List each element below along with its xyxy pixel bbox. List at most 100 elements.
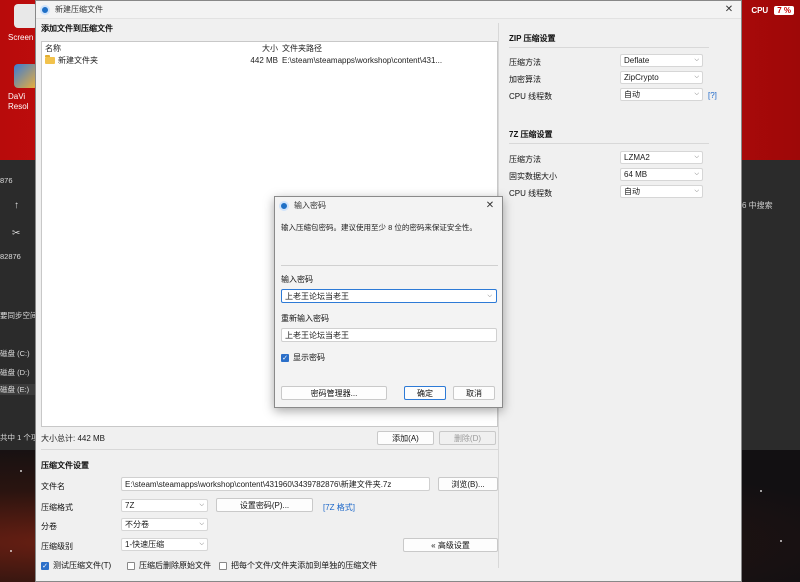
section-divider bbox=[41, 449, 498, 450]
zip-threads-select[interactable]: 自动 ⌵ bbox=[620, 88, 703, 101]
confirm-password-label: 重新输入密码 bbox=[281, 314, 329, 323]
cpu-value: 7 % bbox=[774, 6, 794, 15]
chevron-down-icon: ⌵ bbox=[694, 154, 699, 160]
left-panel: 添加文件到压缩文件 名称 大小 文件夹路径 新建文件夹 442 MB E:\st… bbox=[41, 23, 503, 570]
chevron-down-icon: ⌵ bbox=[694, 91, 699, 97]
delete-after-checkbox[interactable]: 压缩后删除原始文件 bbox=[127, 560, 211, 571]
password-dialog: 输入密码 ✕ 输入压缩包密码。建议使用至少 8 位的密码来保证安全性。 输入密码… bbox=[274, 196, 503, 408]
folder-icon bbox=[45, 54, 55, 64]
zip-encryption-value: ZipCrypto bbox=[624, 73, 659, 82]
zip-encryption-label: 加密算法 bbox=[509, 75, 541, 84]
file-path: E:\steam\steamapps\workshop\content\431.… bbox=[282, 55, 443, 65]
zip-method-label: 压缩方法 bbox=[509, 58, 541, 67]
checkbox-unchecked-icon bbox=[219, 561, 227, 570]
checkbox-unchecked-icon bbox=[127, 561, 135, 570]
table-row[interactable]: 新建文件夹 442 MB E:\steam\steamapps\workshop… bbox=[42, 54, 497, 66]
column-name[interactable]: 名称 bbox=[42, 43, 232, 54]
7z-threads-label: CPU 线程数 bbox=[509, 189, 553, 198]
level-select[interactable]: 1-快速压缩 ⌵ bbox=[121, 538, 208, 551]
checkbox-checked-icon: ✓ bbox=[41, 561, 49, 570]
drive-c-item[interactable]: 磁盘 (C:) bbox=[0, 348, 36, 359]
explorer-fragment: 82876 bbox=[0, 252, 21, 261]
separate-archives-checkbox[interactable]: 把每个文件/文件夹添加到单独的压缩文件 bbox=[219, 560, 377, 571]
archive-settings-title: 压缩文件设置 bbox=[41, 461, 89, 470]
split-label: 分卷 bbox=[41, 522, 57, 531]
7z-solid-value: 64 MB bbox=[624, 170, 648, 179]
password-manager-button[interactable]: 密码管理器... bbox=[281, 386, 387, 400]
checkbox-checked-icon: ✓ bbox=[281, 353, 289, 362]
filename-label: 文件名 bbox=[41, 482, 65, 491]
chevron-down-icon: ⌵ bbox=[199, 541, 204, 547]
level-label: 压缩级别 bbox=[41, 542, 73, 551]
zip-threads-value: 自动 bbox=[624, 90, 640, 99]
delete-after-label: 压缩后删除原始文件 bbox=[139, 561, 211, 570]
zip-method-value: Deflate bbox=[624, 56, 650, 65]
zip-encryption-select[interactable]: ZipCrypto ⌵ bbox=[620, 71, 703, 84]
app-icon bbox=[40, 4, 50, 15]
split-select[interactable]: 不分卷 ⌵ bbox=[121, 518, 208, 531]
advanced-settings-button[interactable]: « 高级设置 bbox=[403, 538, 498, 552]
chevron-down-icon: ⌵ bbox=[694, 171, 699, 177]
password-label: 输入密码 bbox=[281, 275, 313, 284]
add-files-title: 添加文件到压缩文件 bbox=[41, 24, 113, 33]
test-archive-checkbox[interactable]: ✓ 测试压缩文件(T) bbox=[41, 560, 111, 571]
add-button[interactable]: 添加(A) bbox=[377, 431, 434, 445]
format-value: 7Z bbox=[125, 501, 135, 510]
format-link[interactable]: [7Z 格式] bbox=[323, 502, 355, 513]
search-fragment[interactable]: 6 中搜索 bbox=[742, 200, 800, 211]
split-value: 不分卷 bbox=[125, 520, 149, 529]
7z-threads-select[interactable]: 自动 ⌵ bbox=[620, 185, 703, 198]
cpu-monitor: CPU 7 % bbox=[751, 6, 794, 15]
ok-button[interactable]: 确定 bbox=[404, 386, 446, 400]
zip-threads-label: CPU 线程数 bbox=[509, 92, 553, 101]
zip-method-select[interactable]: Deflate ⌵ bbox=[620, 54, 703, 67]
chevron-down-icon: ⌵ bbox=[694, 57, 699, 63]
cancel-button[interactable]: 取消 bbox=[453, 386, 495, 400]
divider bbox=[509, 47, 709, 48]
drive-e-item[interactable]: 磁盘 (E:) bbox=[0, 384, 36, 395]
7z-settings-title: 7Z 压缩设置 bbox=[509, 130, 553, 139]
confirm-password-input[interactable]: 上老王论坛当老王 bbox=[281, 328, 497, 342]
close-icon[interactable]: ✕ bbox=[478, 200, 502, 211]
chevron-down-icon: ⌵ bbox=[694, 74, 699, 80]
explorer-fragment: 要同步空间 bbox=[0, 311, 36, 320]
dialog-title: 输入密码 bbox=[294, 201, 326, 210]
format-label: 压缩格式 bbox=[41, 503, 73, 512]
explorer-fragment: 876 bbox=[0, 176, 13, 185]
drive-d-item[interactable]: 磁盘 (D:) bbox=[0, 367, 36, 378]
password-value: 上老王论坛当老王 bbox=[285, 291, 349, 301]
delete-button[interactable]: 删除(D) bbox=[439, 431, 496, 445]
zip-settings-title: ZIP 压缩设置 bbox=[509, 34, 556, 43]
column-size[interactable]: 大小 bbox=[232, 43, 282, 54]
column-path[interactable]: 文件夹路径 bbox=[282, 43, 497, 54]
help-link[interactable]: [?] bbox=[708, 91, 717, 100]
show-password-label: 显示密码 bbox=[293, 353, 325, 362]
window-titlebar: 新建压缩文件 ✕ bbox=[36, 1, 741, 19]
explorer-status: 共中 1 个项 bbox=[0, 433, 36, 442]
7z-threads-value: 自动 bbox=[624, 187, 640, 196]
file-list-header: 名称 大小 文件夹路径 bbox=[42, 42, 497, 54]
7z-method-select[interactable]: LZMA2 ⌵ bbox=[620, 151, 703, 164]
close-icon[interactable]: ✕ bbox=[717, 4, 741, 15]
test-archive-label: 测试压缩文件(T) bbox=[53, 561, 112, 570]
7z-solid-select[interactable]: 64 MB ⌵ bbox=[620, 168, 703, 181]
dialog-titlebar: 输入密码 ✕ bbox=[275, 197, 502, 214]
chevron-down-icon[interactable]: ⌵ bbox=[487, 293, 492, 300]
file-size: 442 MB bbox=[250, 55, 278, 65]
browse-button[interactable]: 浏览(B)... bbox=[438, 477, 498, 491]
chevron-down-icon: ⌵ bbox=[199, 521, 204, 527]
dialog-description: 输入压缩包密码。建议使用至少 8 位的密码来保证安全性。 bbox=[281, 223, 477, 232]
set-password-button[interactable]: 设置密码(P)... bbox=[216, 498, 313, 512]
filename-input[interactable]: E:\steam\steamapps\workshop\content\4319… bbox=[121, 477, 430, 491]
password-input[interactable]: 上老王论坛当老王 ⌵ bbox=[281, 289, 497, 303]
chevron-down-icon: ⌵ bbox=[199, 502, 204, 508]
desktop-icon-label: DaVi Resol bbox=[8, 92, 29, 111]
format-select[interactable]: 7Z ⌵ bbox=[121, 499, 208, 512]
show-password-checkbox[interactable]: ✓ 显示密码 bbox=[281, 352, 325, 363]
level-value: 1-快速压缩 bbox=[125, 540, 165, 549]
divider bbox=[281, 265, 498, 266]
7z-method-value: LZMA2 bbox=[624, 153, 650, 162]
desktop-icon-label: Screen bbox=[8, 33, 34, 42]
total-size: 大小总计: 442 MB bbox=[41, 434, 106, 443]
window-title: 新建压缩文件 bbox=[55, 5, 103, 14]
